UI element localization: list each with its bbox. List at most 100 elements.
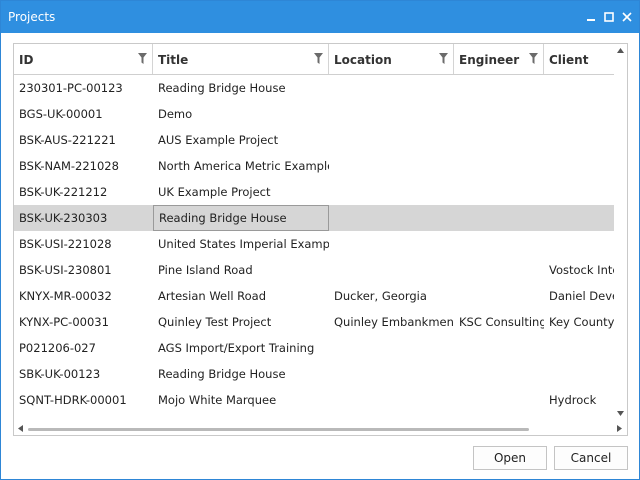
scroll-up-icon[interactable] — [617, 48, 624, 53]
column-header-client[interactable]: Client — [544, 44, 614, 74]
minimize-button[interactable] — [582, 8, 600, 26]
cell-location[interactable] — [329, 179, 454, 205]
cell-location[interactable] — [329, 75, 454, 101]
filter-icon[interactable] — [529, 53, 538, 64]
cell-id[interactable]: KYNX-PC-00031 — [14, 309, 153, 335]
cell-location[interactable]: Ducker, Georgia — [329, 283, 454, 309]
table-row[interactable]: BGS-UK-00001 Demo — [14, 101, 614, 127]
cell-engineer[interactable] — [454, 361, 544, 387]
scroll-right-icon[interactable] — [617, 425, 622, 432]
cell-id[interactable]: BSK-USI-221028 — [14, 231, 153, 257]
cell-location[interactable] — [329, 153, 454, 179]
cell-title[interactable]: Mojo White Marquee — [153, 387, 329, 413]
cell-title[interactable]: North America Metric Example P — [153, 153, 329, 179]
table-row[interactable]: BSK-UK-221212 UK Example Project — [14, 179, 614, 205]
cell-location[interactable] — [329, 387, 454, 413]
open-button[interactable]: Open — [473, 446, 547, 470]
cell-client[interactable] — [544, 335, 614, 361]
table-row[interactable]: BSK-AUS-221221 AUS Example Project — [14, 127, 614, 153]
cell-id[interactable]: BSK-AUS-221221 — [14, 127, 153, 153]
cell-client[interactable]: Key County U — [544, 309, 614, 335]
cell-engineer[interactable] — [454, 205, 544, 231]
cell-engineer[interactable] — [454, 335, 544, 361]
cell-client[interactable]: Hydrock — [544, 387, 614, 413]
filter-icon[interactable] — [439, 53, 448, 64]
cell-engineer[interactable] — [454, 75, 544, 101]
cell-engineer[interactable] — [454, 257, 544, 283]
table-row[interactable]: KNYX-MR-00032 Artesian Well Road Ducker, G… — [14, 283, 614, 309]
filter-icon[interactable] — [138, 53, 147, 64]
cell-engineer[interactable] — [454, 101, 544, 127]
cell-location[interactable]: Quinley Embankment — [329, 309, 454, 335]
cell-client[interactable] — [544, 101, 614, 127]
table-row[interactable]: BSK-UK-230303 Reading Bridge House — [14, 205, 614, 231]
column-header-engineer[interactable]: Engineer — [454, 44, 544, 74]
cell-location[interactable] — [329, 335, 454, 361]
cell-title[interactable]: Reading Bridge House — [153, 361, 329, 387]
cell-location[interactable] — [329, 231, 454, 257]
cell-client[interactable] — [544, 75, 614, 101]
cell-id[interactable]: BSK-USI-230801 — [14, 257, 153, 283]
cell-engineer[interactable]: KSC Consulting — [454, 309, 544, 335]
cell-client[interactable] — [544, 205, 614, 231]
cancel-button[interactable]: Cancel — [554, 446, 628, 470]
scrollbar-thumb[interactable] — [28, 428, 529, 431]
vertical-scrollbar[interactable] — [614, 44, 627, 422]
cell-client[interactable] — [544, 361, 614, 387]
cell-client[interactable]: Daniel Develo — [544, 283, 614, 309]
table-row[interactable]: 230301-PC-00123 Reading Bridge House — [14, 75, 614, 101]
table-row[interactable]: BSK-NAM-221028 North America Metric Examp… — [14, 153, 614, 179]
cell-engineer[interactable] — [454, 283, 544, 309]
cell-location[interactable] — [329, 101, 454, 127]
cell-location[interactable] — [329, 127, 454, 153]
table-row[interactable]: P021206-027 AGS Import/Export Training — [14, 335, 614, 361]
title-bar[interactable]: Projects — [1, 1, 639, 33]
cell-engineer[interactable] — [454, 127, 544, 153]
table-row[interactable]: KYNX-PC-00031 Quinley Test Project Quinley… — [14, 309, 614, 335]
cell-title[interactable]: Reading Bridge House — [153, 75, 329, 101]
cell-title[interactable]: United States Imperial Example F — [153, 231, 329, 257]
cell-id[interactable]: KNYX-MR-00032 — [14, 283, 153, 309]
cell-title[interactable]: AUS Example Project — [153, 127, 329, 153]
table-row[interactable]: BSK-USI-221028 United States Imperial Exa… — [14, 231, 614, 257]
cell-engineer[interactable] — [454, 179, 544, 205]
horizontal-scrollbar[interactable] — [14, 422, 627, 435]
cell-id[interactable]: BSK-NAM-221028 — [14, 153, 153, 179]
cell-title[interactable]: Pine Island Road — [153, 257, 329, 283]
close-button[interactable] — [618, 8, 636, 26]
cell-title[interactable]: Quinley Test Project — [153, 309, 329, 335]
cell-title[interactable]: Reading Bridge House — [153, 205, 329, 231]
cell-client[interactable]: Vostock Intern — [544, 257, 614, 283]
cell-location[interactable] — [329, 257, 454, 283]
cell-location[interactable] — [329, 361, 454, 387]
cell-id[interactable]: P021206-027 — [14, 335, 153, 361]
cell-client[interactable] — [544, 153, 614, 179]
cell-title[interactable]: Artesian Well Road — [153, 283, 329, 309]
cell-title[interactable]: AGS Import/Export Training — [153, 335, 329, 361]
cell-id[interactable]: BSK-UK-230303 — [14, 205, 153, 231]
scroll-left-icon[interactable] — [18, 425, 23, 432]
cell-id[interactable]: SQNT-HDRK-00001 — [14, 387, 153, 413]
cell-engineer[interactable] — [454, 387, 544, 413]
cell-client[interactable] — [544, 231, 614, 257]
column-header-title[interactable]: Title — [153, 44, 329, 74]
cell-id[interactable]: BGS-UK-00001 — [14, 101, 153, 127]
table-row[interactable]: SBK-UK-00123 Reading Bridge House — [14, 361, 614, 387]
cell-location[interactable] — [329, 205, 454, 231]
table-row[interactable]: BSK-USI-230801 Pine Island Road Vostock In… — [14, 257, 614, 283]
table-row[interactable]: SQNT-HDRK-00001 Mojo White Marquee Hydrock — [14, 387, 614, 413]
cell-id[interactable]: 230301-PC-00123 — [14, 75, 153, 101]
cell-id[interactable]: BSK-UK-221212 — [14, 179, 153, 205]
cell-title[interactable]: Demo — [153, 101, 329, 127]
cell-client[interactable] — [544, 127, 614, 153]
scroll-down-icon[interactable] — [617, 411, 624, 416]
cell-id[interactable]: SBK-UK-00123 — [14, 361, 153, 387]
filter-icon[interactable] — [314, 53, 323, 64]
cell-title[interactable]: UK Example Project — [153, 179, 329, 205]
column-header-location[interactable]: Location — [329, 44, 454, 74]
cell-engineer[interactable] — [454, 153, 544, 179]
cell-client[interactable] — [544, 179, 614, 205]
cell-engineer[interactable] — [454, 231, 544, 257]
column-header-id[interactable]: ID — [14, 44, 153, 74]
maximize-button[interactable] — [600, 8, 618, 26]
